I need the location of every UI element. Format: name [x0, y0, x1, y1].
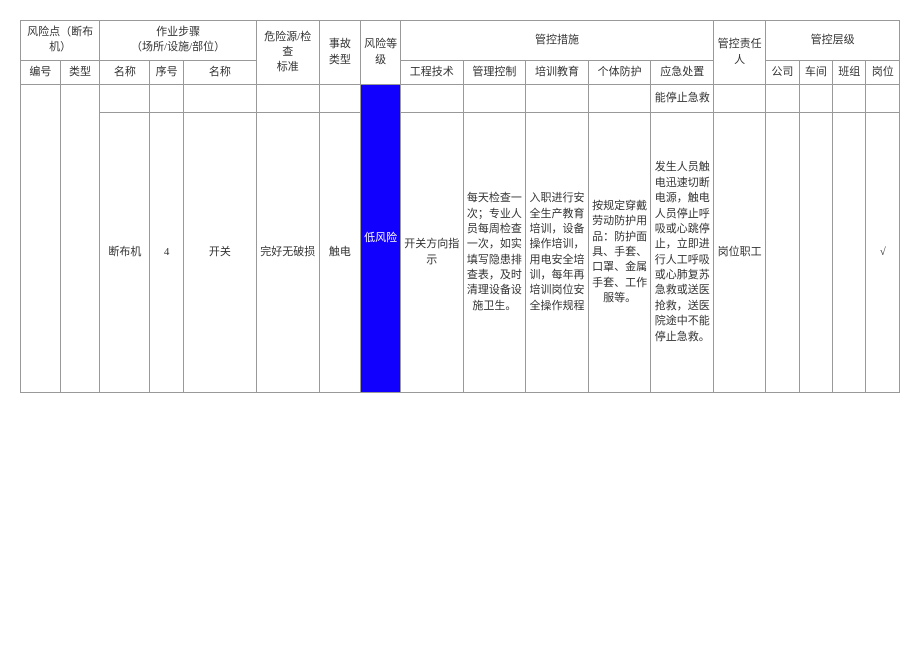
- header-gongsi: 公司: [766, 60, 799, 84]
- header-guanli: 管理控制: [463, 60, 526, 84]
- cell-risk-level: 低风险: [361, 85, 401, 393]
- header-bianhao: 编号: [21, 60, 61, 84]
- header-control-measures: 管控措施: [400, 21, 713, 61]
- header-banzu: 班组: [833, 60, 866, 84]
- cell-guanli: 每天检查一次；专业人员每周检查一次，如实填写隐患排查表，及时清理设备设施卫生。: [463, 113, 526, 393]
- cell-shigu: 触电: [319, 113, 361, 393]
- cell-yingji-prev: 能停止急救: [651, 85, 714, 113]
- header-xuhao: 序号: [150, 60, 183, 84]
- cell-weixian-empty: [256, 85, 319, 113]
- risk-assessment-table: 风险点（断布机） 作业步骤 （场所/设施/部位） 危险源/检查 标准 事故 类型…: [20, 20, 900, 393]
- header-risk-level: 风险等 级: [361, 21, 401, 85]
- cell-banzu: [833, 113, 866, 393]
- cell-weixian: 完好无破损: [256, 113, 319, 393]
- cell-gongcheng: 开关方向指示: [400, 113, 463, 393]
- header-work-step: 作业步骤 （场所/设施/部位）: [100, 21, 257, 61]
- cell-xuhao: 4: [150, 113, 183, 393]
- cell-guanli-empty: [463, 85, 526, 113]
- cell-xuhao-empty: [150, 85, 183, 113]
- cell-gongcheng-empty: [400, 85, 463, 113]
- cell-zeren: 岗位职工: [714, 113, 766, 393]
- header-risk-point: 风险点（断布机）: [21, 21, 100, 61]
- cell-mingcheng: 断布机: [100, 113, 150, 393]
- header-geti: 个体防护: [588, 60, 651, 84]
- header-responsible: 管控责任人: [714, 21, 766, 85]
- cell-gangwei: √: [866, 113, 900, 393]
- cell-bianhao: [21, 85, 61, 393]
- cell-mingcheng-empty: [100, 85, 150, 113]
- header-gongcheng: 工程技术: [400, 60, 463, 84]
- header-row-1: 风险点（断布机） 作业步骤 （场所/设施/部位） 危险源/检查 标准 事故 类型…: [21, 21, 900, 61]
- header-accident-type: 事故 类型: [319, 21, 361, 85]
- header-hazard-std: 危险源/检查 标准: [256, 21, 319, 85]
- header-leixing: 类型: [60, 60, 100, 84]
- cell-shigu-empty: [319, 85, 361, 113]
- header-chejian: 车间: [799, 60, 832, 84]
- cell-geti-empty: [588, 85, 651, 113]
- table-row: 低风险 能停止急救: [21, 85, 900, 113]
- cell-chejian: [799, 113, 832, 393]
- cell-chejian-empty: [799, 85, 832, 113]
- header-gangwei: 岗位: [866, 60, 900, 84]
- cell-mingcheng2-empty: [183, 85, 256, 113]
- cell-peixun-empty: [526, 85, 589, 113]
- cell-banzu-empty: [833, 85, 866, 113]
- header-mingcheng: 名称: [100, 60, 150, 84]
- cell-geti: 按规定穿戴劳动防护用品：防护面具、手套、口罩、金属手套、工作服等。: [588, 113, 651, 393]
- table-row: 断布机 4 开关 完好无破损 触电 开关方向指示 每天检查一次；专业人员每周检查…: [21, 113, 900, 393]
- cell-gangwei-empty: [866, 85, 900, 113]
- cell-mingcheng2: 开关: [183, 113, 256, 393]
- cell-gongsi: [766, 113, 799, 393]
- header-yingji: 应急处置: [651, 60, 714, 84]
- cell-peixun: 入职进行安全生产教育培训，设备操作培训，用电安全培训，每年再培训岗位安全操作规程: [526, 113, 589, 393]
- header-control-level: 管控层级: [766, 21, 900, 61]
- header-row-2: 编号 类型 名称 序号 名称 工程技术 管理控制 培训教育 个体防护 应急处置 …: [21, 60, 900, 84]
- cell-zeren-empty: [714, 85, 766, 113]
- header-mingcheng2: 名称: [183, 60, 256, 84]
- cell-gongsi-empty: [766, 85, 799, 113]
- cell-leixing: [60, 85, 100, 393]
- header-peixun: 培训教育: [526, 60, 589, 84]
- cell-yingji: 发生人员触电迅速切断电源，触电人员停止呼吸或心跳停止，立即进行人工呼吸或心肺复苏…: [651, 113, 714, 393]
